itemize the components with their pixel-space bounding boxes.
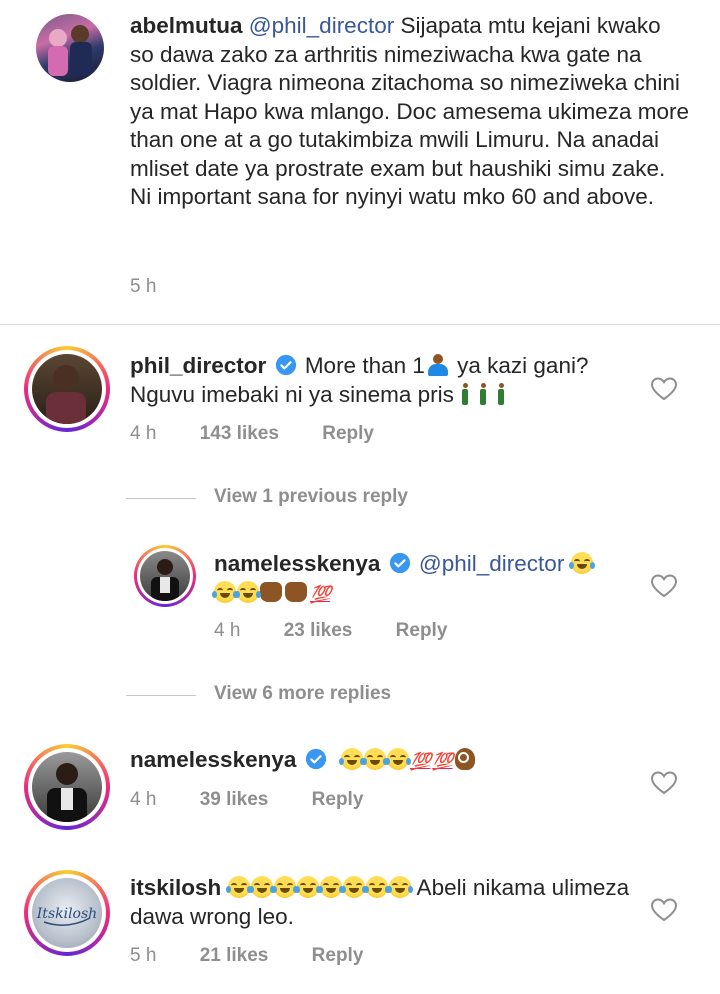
- timestamp: 4 h: [130, 423, 157, 444]
- comment-meta: 5 h: [130, 276, 194, 298]
- comment-text: abelmutua @phil_director Sijapata mtu ke…: [130, 12, 690, 212]
- laughing-emoji-icon: [212, 580, 238, 603]
- comment-text: itskilosh Abeli nikama ulimeza dawa wron…: [130, 874, 630, 931]
- hundred-emoji-icon: 💯: [310, 584, 331, 604]
- timestamp: 4 h: [214, 620, 241, 641]
- laughing-emoji-icon: [340, 876, 367, 898]
- reply-button[interactable]: Reply: [396, 620, 448, 641]
- username[interactable]: namelesskenya: [130, 747, 296, 772]
- avatar[interactable]: [36, 14, 104, 82]
- comment-body-a: More than 1: [304, 353, 425, 378]
- comment-text: namelesskenya @phil_director 💯: [212, 550, 654, 609]
- laughing-emoji-icon: [225, 876, 252, 898]
- comment-meta: 4 h 39 likes Reply: [130, 789, 401, 811]
- view-more-replies-button[interactable]: View 6 more replies: [126, 683, 391, 705]
- verified-icon: [305, 748, 326, 770]
- story-ring-avatar[interactable]: [134, 545, 196, 607]
- username[interactable]: phil_director: [130, 353, 266, 378]
- comment-meta: 5 h 21 likes Reply: [130, 945, 401, 967]
- heart-icon[interactable]: [651, 898, 677, 922]
- laughing-emoji-icon: [363, 876, 390, 898]
- comment-meta: 4 h 23 likes Reply: [214, 620, 485, 642]
- likes-count[interactable]: 23 likes: [284, 620, 353, 641]
- laughing-emoji-icon: [248, 876, 275, 898]
- verified-icon: [389, 552, 410, 574]
- walking-emoji-icon: [460, 382, 470, 405]
- reply-button[interactable]: Reply: [322, 423, 374, 444]
- timestamp: 5 h: [130, 276, 157, 297]
- comment-body: Sijapata mtu kejani kwako so dawa zako z…: [130, 13, 689, 209]
- hundred-emoji-icon: 💯: [432, 752, 453, 771]
- laughing-emoji-icon: [339, 748, 366, 770]
- hundred-emoji-icon: 💯: [410, 752, 431, 771]
- thread-line: [126, 498, 196, 499]
- timestamp: 5 h: [130, 945, 157, 966]
- username[interactable]: abelmutua: [130, 13, 243, 38]
- fist-emoji-icon: [285, 581, 307, 602]
- username[interactable]: itskilosh: [130, 875, 221, 900]
- heart-icon[interactable]: [651, 377, 677, 401]
- walking-emoji-icon: [496, 382, 506, 405]
- laughing-emoji-icon: [294, 876, 321, 898]
- thread-line: [126, 695, 196, 696]
- comment-meta: 4 h 143 likes Reply: [130, 423, 412, 445]
- shrug-emoji-icon: [427, 354, 449, 376]
- story-ring-avatar[interactable]: Itskilosh: [24, 870, 110, 956]
- story-ring-avatar[interactable]: [24, 346, 110, 432]
- comment-text: namelesskenya 💯 💯: [130, 746, 650, 777]
- itskilosh-logo: Itskilosh: [32, 878, 102, 948]
- fist-emoji-icon: [260, 581, 282, 602]
- verified-icon: [275, 354, 296, 376]
- laughing-emoji-icon: [235, 580, 261, 603]
- walking-emoji-icon: [478, 382, 488, 405]
- timestamp: 4 h: [130, 789, 157, 810]
- story-ring-avatar[interactable]: [24, 744, 110, 830]
- laughing-emoji-icon: [386, 876, 413, 898]
- divider: [0, 324, 720, 325]
- likes-count[interactable]: 21 likes: [200, 945, 269, 966]
- view-previous-replies-button[interactable]: View 1 previous reply: [126, 486, 408, 508]
- reply-button[interactable]: Reply: [312, 945, 364, 966]
- mention-link[interactable]: @phil_director: [249, 13, 394, 38]
- laughing-emoji-icon: [385, 748, 412, 770]
- likes-count[interactable]: 143 likes: [200, 423, 279, 444]
- heart-icon[interactable]: [651, 771, 677, 795]
- heart-icon[interactable]: [651, 574, 677, 598]
- username[interactable]: namelesskenya: [214, 551, 380, 576]
- laughing-emoji-icon: [271, 876, 298, 898]
- laughing-emoji-icon: [362, 748, 389, 770]
- likes-count[interactable]: 39 likes: [200, 789, 269, 810]
- laughing-emoji-icon: [317, 876, 344, 898]
- reply-button[interactable]: Reply: [312, 789, 364, 810]
- mention-link[interactable]: @phil_director: [419, 551, 564, 576]
- ok-hand-emoji-icon: [454, 748, 475, 770]
- comment-text: phil_director More than 1 ya kazi gani? …: [130, 352, 650, 409]
- laughing-emoji-icon: [568, 552, 595, 574]
